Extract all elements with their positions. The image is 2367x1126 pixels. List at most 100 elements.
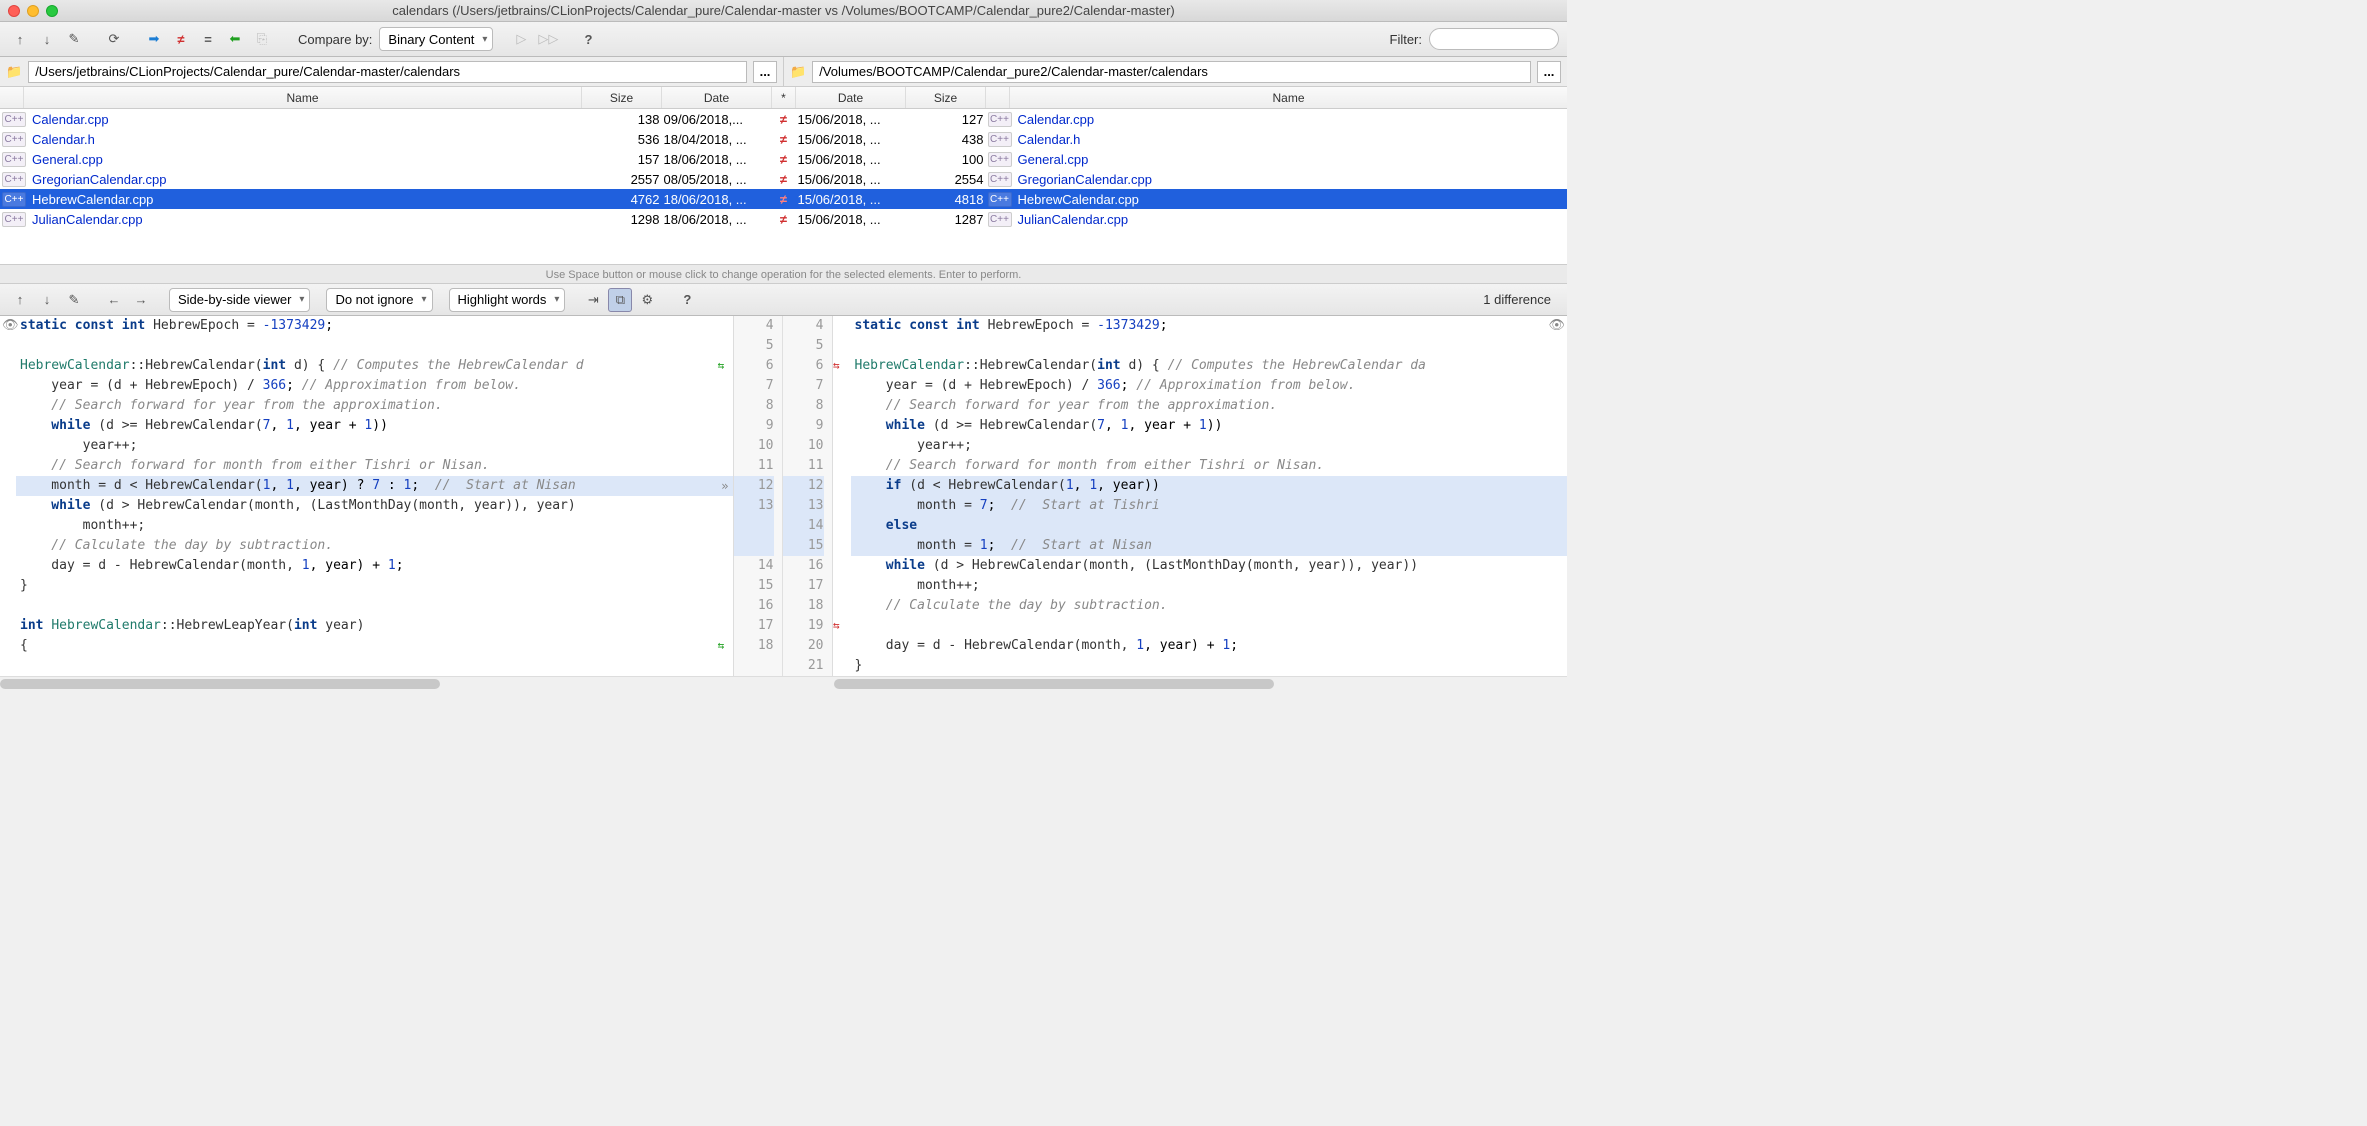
apply-right-chevron[interactable]: » <box>721 476 728 496</box>
refresh-button[interactable]: ⟳ <box>102 27 126 51</box>
gutter-line-left: 15 <box>734 576 774 596</box>
file-size-left: 138 <box>582 112 662 127</box>
left-path-browse-button[interactable]: ... <box>753 61 777 83</box>
file-date-left: 18/06/2018, ... <box>662 152 772 167</box>
copy-right-button[interactable]: ➡ <box>142 27 166 51</box>
gutter-line-right: 6⇆ <box>783 356 824 376</box>
gutter-line-left: 11 <box>734 456 774 476</box>
zoom-window-button[interactable] <box>46 5 58 17</box>
eye-icon[interactable]: 👁 <box>2 318 19 333</box>
cpp-file-icon: C++ <box>2 212 26 227</box>
file-row[interactable]: C++Calendar.cpp13809/06/2018,...≠15/06/2… <box>0 109 1567 129</box>
gutter-line-left: 16 <box>734 596 774 616</box>
diff-marker[interactable]: ≠ <box>772 192 796 207</box>
gutter-line-left: 6⇆ <box>734 356 774 376</box>
gutter-line-left: 14 <box>734 556 774 576</box>
right-path-input[interactable]: /Volumes/BOOTCAMP/Calendar_pure2/Calenda… <box>812 61 1531 83</box>
gutter-line-left: 12 <box>734 476 774 496</box>
not-equal-filter-button[interactable]: ≠ <box>169 27 193 51</box>
prev-diff-button[interactable]: ↑ <box>8 27 32 51</box>
filter-wrap: 🔍 <box>1429 28 1559 50</box>
col-diff-marker[interactable]: * <box>772 87 796 108</box>
step-forward-button[interactable]: ▷▷ <box>536 27 560 51</box>
col-name-right[interactable]: Name <box>1010 87 1567 108</box>
file-date-left: 18/06/2018, ... <box>662 192 772 207</box>
gutter-line-left: 9 <box>734 416 774 436</box>
eye-icon[interactable]: 👁 <box>1548 318 1565 333</box>
diff-gutter: 456⇆789101112131415161718⇆ 456⇆789101112… <box>733 316 833 676</box>
diff-toolbar: ↑ ↓ ✎ ← → Side-by-side viewer Do not ign… <box>0 284 1567 316</box>
file-name-left: Calendar.cpp <box>28 112 582 127</box>
step-play-button[interactable]: ▷ <box>509 27 533 51</box>
ignore-mode-value: Do not ignore <box>335 292 413 307</box>
edit-button[interactable]: ✎ <box>62 27 86 51</box>
diff-prev-button[interactable]: ↑ <box>8 288 32 312</box>
file-list: C++Calendar.cpp13809/06/2018,...≠15/06/2… <box>0 109 1567 264</box>
cpp-file-icon: C++ <box>988 132 1012 147</box>
swap-arrow-icon[interactable]: ⇆ <box>718 356 725 376</box>
filter-input[interactable] <box>1429 28 1559 50</box>
file-row[interactable]: C++GregorianCalendar.cpp255708/05/2018, … <box>0 169 1567 189</box>
settings-button[interactable]: ⚙ <box>635 288 659 312</box>
file-name-left: General.cpp <box>28 152 582 167</box>
collapse-unchanged-button[interactable]: ⇥ <box>581 288 605 312</box>
ignore-mode-select[interactable]: Do not ignore <box>326 288 432 312</box>
col-size-left[interactable]: Size <box>582 87 662 108</box>
gutter-line-right: 8 <box>783 396 824 416</box>
columns-header: Name Size Date * Date Size Name <box>0 87 1567 109</box>
copy-left-button[interactable]: ⬅ <box>223 27 247 51</box>
cpp-file-icon: C++ <box>2 112 26 127</box>
file-name-left: GregorianCalendar.cpp <box>28 172 582 187</box>
window-controls <box>8 5 58 17</box>
diff-next-button[interactable]: ↓ <box>35 288 59 312</box>
sync-scroll-button[interactable]: ⧉ <box>608 288 632 312</box>
compare-by-label: Compare by: <box>298 32 372 47</box>
highlight-mode-select[interactable]: Highlight words <box>449 288 566 312</box>
swap-arrow-icon[interactable]: ⇆ <box>718 636 725 656</box>
file-name-right: General.cpp <box>1014 152 1568 167</box>
file-size-left: 157 <box>582 152 662 167</box>
col-date-right[interactable]: Date <box>796 87 906 108</box>
close-window-button[interactable] <box>8 5 20 17</box>
gutter-line-left: 13 <box>734 496 774 516</box>
cpp-file-icon: C++ <box>988 192 1012 207</box>
left-hscrollbar[interactable] <box>0 677 734 690</box>
diff-right-pane[interactable]: 👁 static const int HebrewEpoch = -137342… <box>833 316 1568 676</box>
compare-by-select[interactable]: Binary Content <box>379 27 493 51</box>
diff-marker[interactable]: ≠ <box>772 172 796 187</box>
diff-marker[interactable]: ≠ <box>772 152 796 167</box>
file-date-right: 15/06/2018, ... <box>796 132 906 147</box>
filter-label: Filter: <box>1390 32 1423 47</box>
next-diff-button[interactable]: ↓ <box>35 27 59 51</box>
file-size-right: 4818 <box>906 192 986 207</box>
diff-marker[interactable]: ≠ <box>772 212 796 227</box>
gutter-line-left: 5 <box>734 336 774 356</box>
col-name-left[interactable]: Name <box>24 87 582 108</box>
diff-marker[interactable]: ≠ <box>772 132 796 147</box>
left-path-input[interactable]: /Users/jetbrains/CLionProjects/Calendar_… <box>28 61 747 83</box>
right-path-browse-button[interactable]: ... <box>1537 61 1561 83</box>
cpp-file-icon: C++ <box>988 172 1012 187</box>
gutter-line-right: 5 <box>783 336 824 356</box>
col-date-left[interactable]: Date <box>662 87 772 108</box>
diff-marker[interactable]: ≠ <box>772 112 796 127</box>
viewer-mode-select[interactable]: Side-by-side viewer <box>169 288 310 312</box>
file-row[interactable]: C++HebrewCalendar.cpp476218/06/2018, ...… <box>0 189 1567 209</box>
right-hscrollbar[interactable] <box>834 677 1568 690</box>
diff-edit-button[interactable]: ✎ <box>62 288 86 312</box>
gutter-line-left <box>734 536 774 556</box>
col-size-right[interactable]: Size <box>906 87 986 108</box>
right-path-panel: 📁 /Volumes/BOOTCAMP/Calendar_pure2/Calen… <box>784 57 1567 86</box>
file-row[interactable]: C++JulianCalendar.cpp129818/06/2018, ...… <box>0 209 1567 229</box>
titlebar: calendars (/Users/jetbrains/CLionProject… <box>0 0 1567 22</box>
diff-left-pane[interactable]: 👁 static const int HebrewEpoch = -137342… <box>0 316 733 676</box>
diff-help-button[interactable]: ? <box>675 288 699 312</box>
nav-back-button[interactable]: ← <box>102 288 126 312</box>
file-row[interactable]: C++General.cpp15718/06/2018, ...≠15/06/2… <box>0 149 1567 169</box>
minimize-window-button[interactable] <box>27 5 39 17</box>
nav-forward-button[interactable]: → <box>129 288 153 312</box>
equal-filter-button[interactable]: = <box>196 27 220 51</box>
help-button[interactable]: ? <box>576 27 600 51</box>
gutter-line-left <box>734 516 774 536</box>
file-row[interactable]: C++Calendar.h53618/04/2018, ...≠15/06/20… <box>0 129 1567 149</box>
